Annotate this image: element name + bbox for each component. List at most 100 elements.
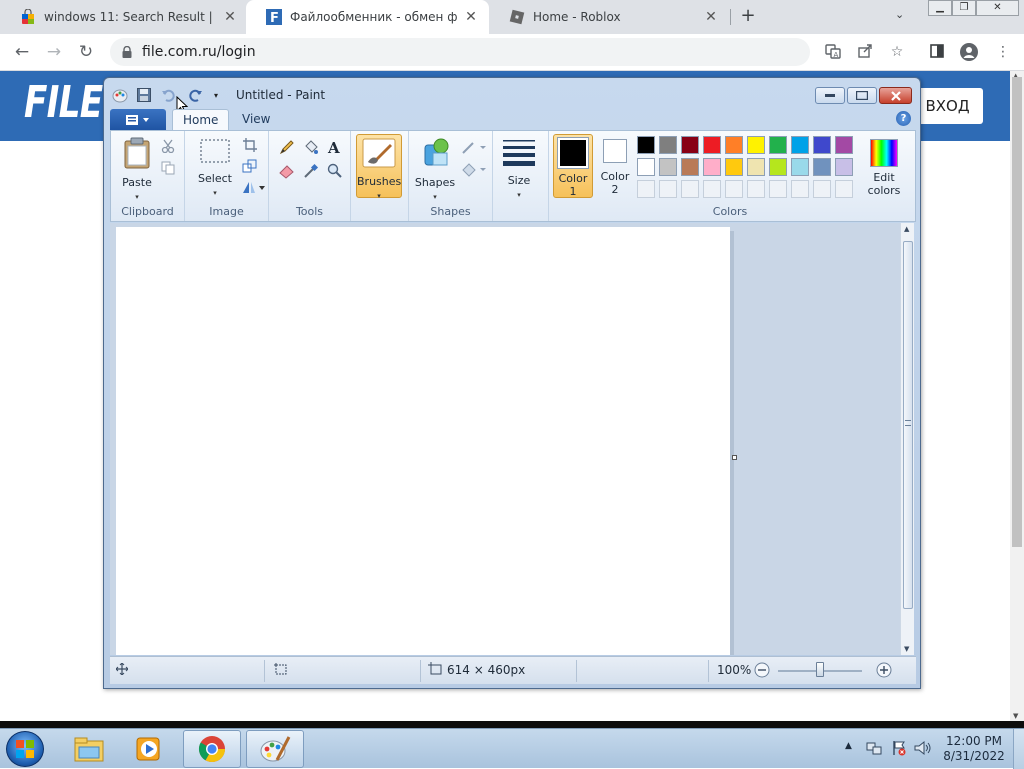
canvas-scrollbar[interactable]: ▲ ▼ [900,223,914,655]
forward-arrow-icon[interactable]: → [44,42,64,62]
palette-swatch[interactable] [769,158,787,176]
explorer-taskbar-button[interactable] [60,730,118,768]
palette-swatch-empty[interactable] [813,180,831,198]
palette-swatch[interactable] [813,158,831,176]
media-player-taskbar-button[interactable] [120,730,178,768]
system-clock[interactable]: 12:00 PM 8/31/2022 [940,734,1008,764]
action-center-flag-icon[interactable] [891,740,907,759]
palette-swatch[interactable] [835,136,853,154]
close-tab-icon[interactable]: ✕ [463,9,479,25]
address-bar[interactable]: file.com.ru/login [110,38,810,66]
palette-swatch-empty[interactable] [725,180,743,198]
start-button[interactable] [6,731,44,767]
paint-close-icon[interactable] [879,87,912,104]
palette-swatch[interactable] [747,136,765,154]
show-desktop-button[interactable] [1013,729,1024,769]
palette-swatch[interactable] [725,136,743,154]
palette-swatch[interactable] [813,136,831,154]
palette-swatch[interactable] [681,158,699,176]
show-hidden-icons-icon[interactable]: ▲ [845,741,852,751]
undo-icon[interactable] [160,87,176,103]
tab-ebay[interactable]: windows 11: Search Result | eBay ✕ [0,0,248,34]
share-icon[interactable] [856,43,874,61]
palette-swatch[interactable] [659,136,677,154]
color-picker-icon[interactable] [301,161,321,181]
palette-swatch[interactable] [725,158,743,176]
help-icon[interactable]: ? [896,111,911,126]
volume-icon[interactable] [914,740,932,759]
paint-maximize-icon[interactable] [847,87,877,104]
side-panel-icon[interactable] [928,43,946,61]
tab-roblox[interactable]: Home - Roblox ✕ [489,0,729,34]
save-icon[interactable] [136,87,152,103]
edit-colors-button[interactable]: Edit colors [859,137,909,197]
reload-icon[interactable]: ↻ [76,42,96,62]
scroll-down-icon[interactable]: ▼ [904,645,909,653]
paste-button[interactable]: Paste ▾ [117,137,157,204]
palette-swatch-empty[interactable] [791,180,809,198]
close-tab-icon[interactable]: ✕ [222,9,238,25]
canvas-resize-handle[interactable] [732,455,737,460]
palette-swatch-empty[interactable] [659,180,677,198]
palette-swatch[interactable] [637,136,655,154]
new-tab-button[interactable]: + [738,6,758,26]
palette-swatch[interactable] [791,158,809,176]
minimize-icon[interactable]: ▁ [928,0,952,16]
tab-fileexchange[interactable]: F Файлообменник - обмен файлами ✕ [246,0,489,34]
tab-search-chevron-icon[interactable]: ⌄ [895,8,904,21]
bookmark-star-icon[interactable]: ☆ [888,43,906,61]
back-arrow-icon[interactable]: ← [12,42,32,62]
restore-icon[interactable]: ❐ [952,0,976,16]
select-button[interactable]: Select ▾ [193,137,237,200]
chrome-taskbar-button[interactable] [183,730,241,768]
palette-swatch[interactable] [681,136,699,154]
palette-swatch[interactable] [703,136,721,154]
palette-swatch-empty[interactable] [835,180,853,198]
paint-file-menu-button[interactable] [110,109,166,130]
page-scrollbar[interactable]: ▲ ▼ [1010,71,1024,721]
zoom-in-icon[interactable] [876,662,892,681]
rotate-icon[interactable] [240,177,266,197]
customize-qat-icon[interactable]: ▾ [208,87,224,103]
palette-swatch-empty[interactable] [747,180,765,198]
close-tab-icon[interactable]: ✕ [703,9,719,25]
pencil-icon[interactable] [277,137,297,157]
scroll-up-icon[interactable]: ▲ [904,225,909,233]
fill-icon[interactable] [461,159,487,179]
palette-swatch[interactable] [769,136,787,154]
tab-home[interactable]: Home [172,109,230,131]
network-icon[interactable] [866,740,882,759]
eraser-icon[interactable] [277,161,297,181]
scroll-thumb[interactable] [1012,77,1022,547]
paint-taskbar-button[interactable] [246,730,304,768]
cut-icon[interactable] [158,136,178,156]
close-window-icon[interactable]: ✕ [976,0,1019,16]
translate-icon[interactable]: A [824,43,842,61]
palette-swatch[interactable] [703,158,721,176]
login-button[interactable]: ВХОД [912,88,983,124]
color2-button[interactable]: Color 2 [595,137,635,196]
palette-swatch-empty[interactable] [703,180,721,198]
magnifier-icon[interactable] [325,161,345,181]
scroll-down-icon[interactable]: ▼ [1013,712,1018,720]
palette-swatch-empty[interactable] [681,180,699,198]
text-tool-icon[interactable]: A [325,137,345,157]
brushes-button[interactable]: Brushes ▾ [356,134,402,200]
copy-icon[interactable] [158,158,178,178]
paint-minimize-icon[interactable] [815,87,845,104]
palette-swatch[interactable] [791,136,809,154]
palette-swatch[interactable] [747,158,765,176]
palette-swatch[interactable] [659,158,677,176]
crop-icon[interactable] [240,135,260,155]
tab-view[interactable]: View [232,109,280,131]
palette-swatch-empty[interactable] [637,180,655,198]
redo-icon[interactable] [188,87,204,103]
profile-avatar-icon[interactable] [960,43,978,61]
zoom-slider-thumb[interactable] [816,662,824,677]
palette-swatch[interactable] [835,158,853,176]
palette-swatch-empty[interactable] [769,180,787,198]
color1-button[interactable]: Color 1 [553,134,593,198]
drawing-canvas[interactable] [116,227,730,655]
size-button[interactable]: Size ▾ [499,137,539,202]
outline-icon[interactable] [461,137,487,157]
